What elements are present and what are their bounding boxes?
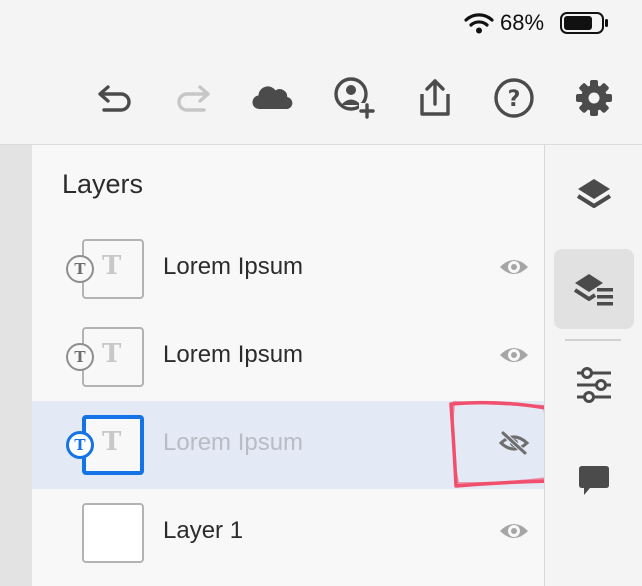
cloud-icon bbox=[252, 86, 293, 110]
redo-button[interactable] bbox=[172, 76, 216, 120]
comment-icon bbox=[579, 466, 609, 495]
toolbar: ? bbox=[0, 64, 642, 128]
canvas-gutter bbox=[0, 145, 32, 586]
comments-rail-button[interactable] bbox=[554, 441, 634, 521]
layer-row[interactable]: T T Lorem Ipsum bbox=[32, 225, 544, 313]
layer-row-selected[interactable]: T T Lorem Ipsum bbox=[32, 401, 544, 489]
text-layer-icon: T bbox=[66, 255, 94, 283]
share-icon bbox=[420, 79, 450, 116]
layer-row[interactable]: Layer 1 bbox=[32, 489, 544, 577]
layer-name: Layer 1 bbox=[163, 517, 244, 544]
help-icon: ? bbox=[494, 78, 534, 118]
settings-button[interactable] bbox=[572, 76, 616, 120]
layer-properties-rail-button[interactable] bbox=[554, 249, 634, 329]
layers-panel: Layers T T Lorem Ipsum T T Lorem Ipsum T… bbox=[32, 145, 544, 586]
battery-percent: 68% bbox=[500, 10, 545, 35]
help-button[interactable]: ? bbox=[492, 76, 536, 120]
cloud-button[interactable] bbox=[250, 76, 294, 120]
eye-icon[interactable] bbox=[498, 519, 530, 543]
layer-name: Lorem Ipsum bbox=[163, 429, 304, 456]
layers-rail-button[interactable] bbox=[554, 155, 634, 235]
share-button[interactable] bbox=[412, 76, 456, 120]
text-glyph-icon: T bbox=[102, 251, 122, 281]
sliders-icon bbox=[577, 367, 611, 403]
status-bar: 68% bbox=[0, 0, 642, 46]
svg-text:?: ? bbox=[508, 87, 521, 112]
text-layer-icon: T bbox=[66, 343, 94, 371]
layer-thumbnail bbox=[82, 503, 144, 563]
eye-icon[interactable] bbox=[498, 343, 530, 367]
eye-icon[interactable] bbox=[498, 255, 530, 279]
panel-title: Layers bbox=[62, 169, 144, 199]
battery-icon bbox=[560, 12, 608, 34]
right-rail bbox=[545, 145, 642, 586]
invite-button[interactable] bbox=[332, 76, 376, 120]
layer-name: Lorem Ipsum bbox=[163, 341, 304, 368]
layers-icon bbox=[576, 179, 612, 208]
text-glyph-icon: T bbox=[102, 339, 122, 369]
text-glyph-icon: T bbox=[102, 427, 122, 457]
undo-button[interactable] bbox=[92, 76, 136, 120]
add-user-icon bbox=[334, 77, 375, 119]
rail-separator bbox=[565, 339, 621, 341]
wifi-icon bbox=[464, 13, 494, 34]
adjustments-rail-button[interactable] bbox=[554, 345, 634, 425]
undo-icon bbox=[98, 85, 131, 112]
layers-list-icon bbox=[573, 274, 613, 306]
gear-icon bbox=[576, 80, 612, 116]
text-layer-icon: T bbox=[66, 431, 94, 459]
eye-hidden-icon[interactable] bbox=[498, 431, 530, 455]
redo-icon bbox=[177, 85, 210, 112]
layer-name: Lorem Ipsum bbox=[163, 253, 304, 280]
layer-row[interactable]: T T Lorem Ipsum bbox=[32, 313, 544, 401]
